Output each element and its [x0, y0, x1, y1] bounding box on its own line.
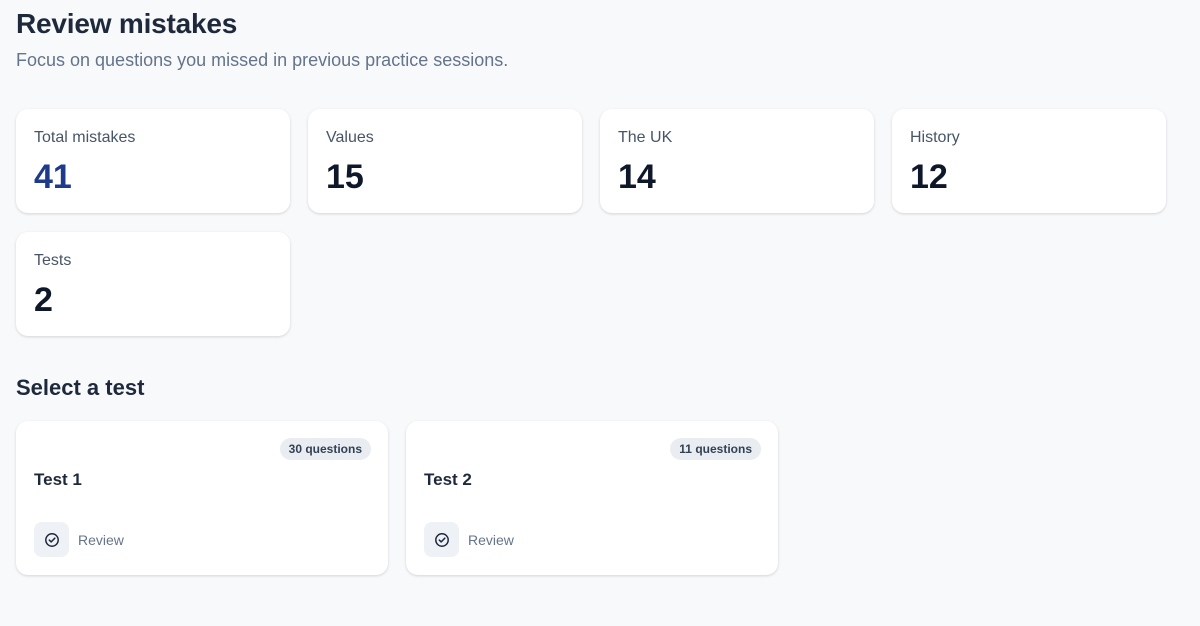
stat-card-the-uk: The UK 14	[600, 109, 874, 213]
stat-value: 2	[34, 281, 53, 319]
page-title: Review mistakes	[16, 8, 238, 39]
stat-label: Tests	[34, 252, 72, 269]
stat-value: 12	[910, 158, 948, 196]
review-label: Review	[78, 531, 124, 548]
review-label: Review	[468, 531, 514, 548]
stat-card-history: History 12	[892, 109, 1166, 213]
check-circle-icon	[34, 522, 69, 557]
review-action[interactable]: Review	[34, 522, 124, 557]
stat-label: History	[910, 129, 960, 146]
stat-label: The UK	[618, 129, 673, 146]
stat-card-tests: Tests 2	[16, 232, 290, 336]
test-name: Test 2	[424, 470, 472, 489]
test-card-1[interactable]: 30 questions Test 1 Review	[16, 421, 388, 575]
review-action[interactable]: Review	[424, 522, 514, 557]
stat-label: Total mistakes	[34, 129, 136, 146]
test-card-2[interactable]: 11 questions Test 2 Review	[406, 421, 778, 575]
select-test-heading: Select a test	[16, 375, 145, 400]
stat-label: Values	[326, 129, 374, 146]
stat-value: 41	[34, 158, 72, 196]
review-mistakes-page: Review mistakes Focus on questions you m…	[0, 0, 1200, 626]
stat-card-total-mistakes: Total mistakes 41	[16, 109, 290, 213]
stat-card-values: Values 15	[308, 109, 582, 213]
stat-value: 14	[618, 158, 656, 196]
page-subtitle: Focus on questions you missed in previou…	[16, 50, 509, 70]
question-count-badge: 30 questions	[279, 438, 371, 460]
test-name: Test 1	[34, 470, 82, 489]
question-count-badge: 11 questions	[670, 438, 761, 460]
stat-value: 15	[326, 158, 364, 196]
check-circle-icon	[424, 522, 459, 557]
